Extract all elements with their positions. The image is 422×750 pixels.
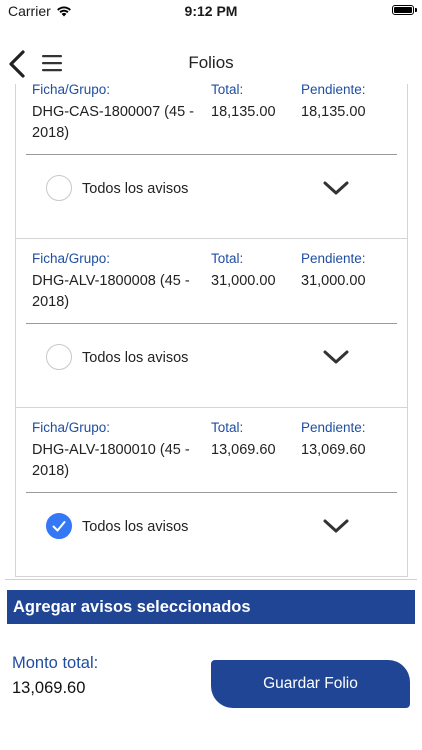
total-amount-value: 13,069.60 xyxy=(12,679,86,697)
pendiente-label: Pendiente: xyxy=(301,251,366,266)
select-all-checkbox[interactable] xyxy=(46,175,72,201)
chevron-down-icon xyxy=(323,519,349,533)
expand-button[interactable] xyxy=(321,178,351,198)
clock: 9:12 PM xyxy=(184,3,238,19)
expand-button[interactable] xyxy=(321,516,351,536)
pendiente-label: Pendiente: xyxy=(301,84,366,97)
chevron-down-icon xyxy=(323,350,349,364)
folio-card: Ficha/Grupo: Total: Pendiente: DHG-ALV-1… xyxy=(16,408,407,577)
select-all-checkbox[interactable] xyxy=(46,513,72,539)
total-amount-label: Monto total: xyxy=(12,654,99,672)
ficha-label: Ficha/Grupo: xyxy=(32,251,111,266)
add-selected-notices-button[interactable]: Agregar avisos seleccionados xyxy=(7,590,415,624)
total-label: Total: xyxy=(211,420,244,435)
navigation-bar: Folios xyxy=(0,40,422,86)
ficha-label: Ficha/Grupo: xyxy=(32,420,111,435)
checkmark-icon xyxy=(52,521,66,532)
divider xyxy=(26,154,397,155)
pendiente-label: Pendiente: xyxy=(301,420,366,435)
total-label: Total: xyxy=(211,251,244,266)
total-value: 18,135.00 xyxy=(211,104,276,120)
total-value: 31,000.00 xyxy=(211,273,276,289)
expand-button[interactable] xyxy=(321,347,351,367)
select-all-label: Todos los avisos xyxy=(82,350,189,366)
page-title: Folios xyxy=(188,53,234,72)
status-bar: Carrier 9:12 PM xyxy=(0,0,422,22)
divider xyxy=(26,492,397,493)
save-folio-button[interactable]: Guardar Folio xyxy=(211,660,410,708)
total-label: Total: xyxy=(211,84,244,97)
pendiente-value: 13,069.60 xyxy=(301,442,366,458)
battery-icon xyxy=(392,5,417,15)
pendiente-value: 18,135.00 xyxy=(301,104,366,120)
folio-card: Ficha/Grupo: Total: Pendiente: DHG-ALV-1… xyxy=(16,239,407,408)
folio-card: Ficha/Grupo: Total: Pendiente: DHG-CAS-1… xyxy=(16,84,407,239)
select-all-label: Todos los avisos xyxy=(82,519,189,535)
ficha-value: DHG-CAS-1800007 (45 - 2018) xyxy=(32,104,194,141)
ficha-label: Ficha/Grupo: xyxy=(32,84,111,97)
divider xyxy=(26,323,397,324)
total-value: 13,069.60 xyxy=(211,442,276,458)
select-all-checkbox[interactable] xyxy=(46,344,72,370)
ficha-value: DHG-ALV-1800010 (45 - 2018) xyxy=(32,442,190,479)
select-all-label: Todos los avisos xyxy=(82,181,189,197)
pendiente-value: 31,000.00 xyxy=(301,273,366,289)
ficha-value: DHG-ALV-1800008 (45 - 2018) xyxy=(32,273,190,310)
folio-list[interactable]: Ficha/Grupo: Total: Pendiente: DHG-CAS-1… xyxy=(5,84,417,580)
chevron-down-icon xyxy=(323,181,349,195)
